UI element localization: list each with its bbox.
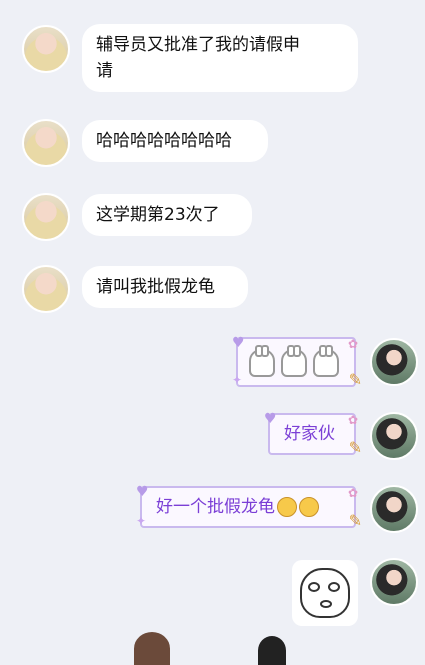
message-text: 请叫我批假龙龟 [96,277,215,297]
pencil-icon: ✎ [348,438,362,457]
message-bubble-left[interactable]: 哈哈哈哈哈哈哈哈 [82,120,268,162]
message-text: 请 [96,61,113,81]
message-bubble-left[interactable]: 请叫我批假龙龟 [82,266,248,308]
message-bubble-right[interactable]: ♥ ✿ ✦ ✎ 好一个批假龙龟 [136,484,362,530]
alpaca-icon [249,345,275,377]
eye-icon [328,582,340,592]
pencil-icon: ✎ [348,511,362,530]
contact-avatar[interactable] [22,119,70,167]
message-text: 好家伙 [284,424,335,444]
message-text: 好一个批假龙龟 [156,497,275,517]
eye-icon [308,582,320,592]
message-bubble-left[interactable]: 这学期第23次了 [82,194,252,236]
doge-emoji-icon [299,497,319,517]
doge-emoji-icon [277,497,297,517]
message-bubble-right[interactable]: ♥ ✿ ✎ 好家伙 [264,411,362,457]
self-avatar[interactable] [370,338,418,386]
contact-avatar[interactable] [22,193,70,241]
shocked-face-icon [300,568,350,618]
meme-sticker[interactable] [292,560,358,626]
partial-avatar [258,636,286,665]
contact-avatar[interactable] [22,265,70,313]
star-icon: ✦ [232,373,243,387]
alpaca-icon [281,345,307,377]
flower-icon: ✿ [347,486,358,500]
self-avatar[interactable] [370,412,418,460]
sticker-message[interactable]: ♥ ✿ ✦ ✎ [232,335,362,389]
heart-icon: ♥ [232,335,245,351]
flower-icon: ✿ [347,413,358,427]
self-avatar[interactable] [370,485,418,533]
partial-avatar [134,632,170,665]
flower-icon: ✿ [347,337,358,351]
mouth-icon [320,600,332,608]
star-icon: ✦ [136,514,147,528]
pencil-icon: ✎ [348,370,362,389]
alpaca-icon [313,345,339,377]
message-bubble-left[interactable]: 辅导员又批准了我的请假申 请 [82,24,358,92]
heart-icon: ♥ [264,411,277,427]
contact-avatar[interactable] [22,25,70,73]
message-text: 这学期第23次了 [96,205,220,225]
message-text: 辅导员又批准了我的请假申 [96,35,300,55]
self-avatar[interactable] [370,558,418,606]
heart-icon: ♥ [136,484,149,500]
message-text: 哈哈哈哈哈哈哈哈 [96,131,232,151]
